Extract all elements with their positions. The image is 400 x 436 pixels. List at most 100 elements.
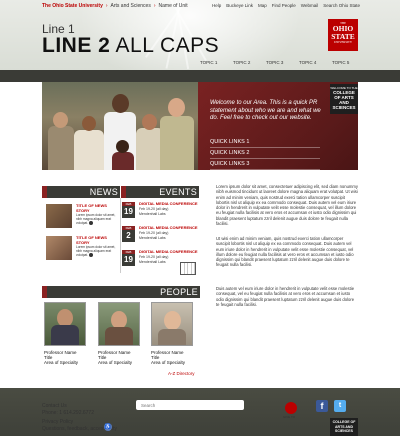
calendar-icon[interactable] [180, 262, 196, 275]
person-body [105, 327, 133, 345]
twitter-icon[interactable]: t [334, 400, 346, 412]
buckeye-link[interactable]: Buckeye Link [226, 3, 253, 8]
event-date: FEB 2 [122, 226, 135, 242]
heading-accent [121, 186, 126, 198]
heading-accent [42, 286, 47, 298]
quick-links: QUICK LINKS 1 QUICK LINKS 2 QUICK LINKS … [210, 137, 320, 170]
event-title[interactable]: DIGITAL MEDIA CONFERENCE [139, 201, 198, 207]
news-item[interactable]: TITLE OF NEWS STORY Lorem ipsum dolor si… [46, 203, 121, 228]
people-heading: PEOPLE [160, 287, 198, 297]
give-to-osu-icon[interactable] [285, 402, 297, 414]
person-body [48, 126, 74, 170]
facebook-icon[interactable]: f [316, 400, 328, 412]
more-arrow-icon[interactable] [88, 253, 93, 258]
more-arrow-icon[interactable] [88, 221, 93, 226]
event-day: 2 [126, 231, 131, 240]
site-title-line2-rest: ALL CAPS [115, 34, 220, 57]
news-summary: Lorem ipsum dolor sit amet, nibh magna a… [76, 213, 121, 226]
news-item[interactable]: TITLE OF NEWS STORY Lorem ipsum dolor si… [46, 235, 121, 260]
map-link[interactable]: Map [258, 3, 267, 8]
accessibility-icon[interactable]: ♿ [104, 423, 112, 431]
nav-band [0, 70, 400, 82]
event-date: FEB 19 [122, 202, 135, 218]
college-badge[interactable]: WELCOME TO THE COLLEGE OF ARTS AND SCIEN… [330, 84, 358, 114]
event-item[interactable]: FEB 2 DIGITAL MEDIA CONFERENCE Feb 19-20… [122, 225, 202, 248]
person-photo [98, 302, 140, 346]
person-info: Professor Name Title Area of Specialty [98, 350, 142, 365]
topic-5-link[interactable]: TOPIC 5 [332, 60, 365, 65]
college-footer-badge[interactable]: COLLEGE OF ARTS AND SCIENCES [330, 418, 358, 436]
college-badge-main: COLLEGE OF ARTS AND SCIENCES [332, 90, 356, 110]
heading-accent [42, 186, 47, 198]
footer-phone: Phone: 1 614.292.6772 [42, 410, 94, 416]
person-head [164, 311, 181, 330]
person-head [116, 140, 129, 153]
person-info: Professor Name Title Area of Specialty [151, 350, 195, 365]
hero-photo [42, 82, 198, 170]
utility-links: Help Buckeye Link Map Find People Webmai… [212, 3, 360, 8]
give-label: GIVE TO [283, 415, 296, 419]
quick-link-2[interactable]: QUICK LINKS 2 [210, 148, 320, 159]
event-item[interactable]: FEB 19 DIGITAL MEDIA CONFERENCE Feb 19-2… [122, 201, 202, 224]
breadcrumb-college-link[interactable]: Arts and Sciences [111, 3, 151, 9]
event-where: Mendenhall Labs [139, 211, 166, 216]
hero-statement: Welcome to our Area. This is a quick PR … [210, 100, 321, 121]
person-body [112, 152, 134, 170]
event-day: 19 [124, 207, 133, 216]
breadcrumb-separator: › [153, 3, 156, 9]
event-where: Mendenhall Labs [139, 235, 166, 240]
person-card[interactable]: Professor Name Title Area of Specialty [98, 302, 142, 365]
person-photo [44, 302, 86, 346]
person-info: Professor Name Title Area of Specialty [44, 350, 88, 365]
news-heading-bar: NEWS [42, 186, 120, 198]
topic-3-link[interactable]: TOPIC 3 [266, 60, 299, 65]
person-body [158, 329, 186, 345]
news-summary: Lorem ipsum dolor sit amet, nibh magna a… [76, 245, 121, 258]
webmail-link[interactable]: Webmail [301, 3, 318, 8]
person-specialty: Area of Specialty [98, 360, 133, 365]
person-body [51, 325, 79, 345]
news-summary-text: Lorem ipsum dolor sit amet, nibh magna a… [76, 213, 116, 225]
site-header: The Ohio State University › Arts and Sci… [0, 0, 400, 70]
quick-link-3[interactable]: QUICK LINKS 3 [210, 159, 320, 170]
body-paragraph: Lorem ipsum dolor sit amet, consectetuer… [216, 184, 358, 227]
event-when: Feb 19-20 (all day) [139, 255, 169, 259]
person-head [112, 94, 129, 113]
breadcrumb-university-link[interactable]: The Ohio State University [42, 3, 103, 9]
person-body [74, 130, 104, 170]
event-title[interactable]: DIGITAL MEDIA CONFERENCE [139, 249, 198, 255]
event-when: Feb 19-20 (all day) [139, 231, 169, 235]
search-ohio-state-link[interactable]: Search Ohio State [323, 3, 360, 8]
body-paragraph: Duis autem vel eum iriure dolor in hendr… [216, 286, 355, 307]
column-divider [120, 198, 121, 273]
help-link[interactable]: Help [212, 3, 221, 8]
news-summary-text: Lorem ipsum dolor sit amet, nibh magna a… [76, 245, 116, 257]
event-details: Feb 19-20 (all day) Mendenhall Labs [139, 207, 168, 216]
breadcrumb-unit-link[interactable]: Name of Unit [159, 3, 188, 9]
ohio-state-logo[interactable]: THE OHIO STATE UNIVERSITY [328, 19, 358, 51]
logo-university: UNIVERSITY [334, 40, 352, 44]
az-directory-link[interactable]: A-Z Directory [168, 371, 195, 376]
quick-link-1[interactable]: QUICK LINKS 1 [210, 137, 320, 148]
event-when: Feb 19-20 (all day) [139, 207, 169, 211]
person-photo [151, 302, 193, 346]
topic-4-link[interactable]: TOPIC 4 [299, 60, 332, 65]
news-thumbnail [46, 236, 72, 260]
person-head [168, 98, 185, 117]
news-title[interactable]: TITLE OF NEWS STORY [76, 235, 121, 245]
site-title-line2: LINE 2 ALL CAPS [42, 34, 219, 58]
contact-us-link[interactable]: Contact Us [42, 403, 67, 409]
topic-1-link[interactable]: TOPIC 1 [200, 60, 233, 65]
topic-2-link[interactable]: TOPIC 2 [233, 60, 266, 65]
person-card[interactable]: Professor Name Title Area of Specialty [44, 302, 88, 365]
event-title[interactable]: DIGITAL MEDIA CONFERENCE [139, 225, 198, 231]
search-input[interactable] [136, 400, 244, 410]
person-specialty: Area of Specialty [44, 360, 79, 365]
privacy-policy-link[interactable]: Privacy Policy [42, 419, 73, 425]
find-people-link[interactable]: Find People [272, 3, 296, 8]
topic-nav: TOPIC 1 TOPIC 2 TOPIC 3 TOPIC 4 TOPIC 5 [200, 60, 365, 65]
person-card[interactable]: Professor Name Title Area of Specialty [151, 302, 195, 365]
event-where: Mendenhall Labs [139, 259, 166, 264]
news-title[interactable]: TITLE OF NEWS STORY [76, 203, 121, 213]
site-title-line2-bold: LINE 2 [42, 34, 111, 57]
